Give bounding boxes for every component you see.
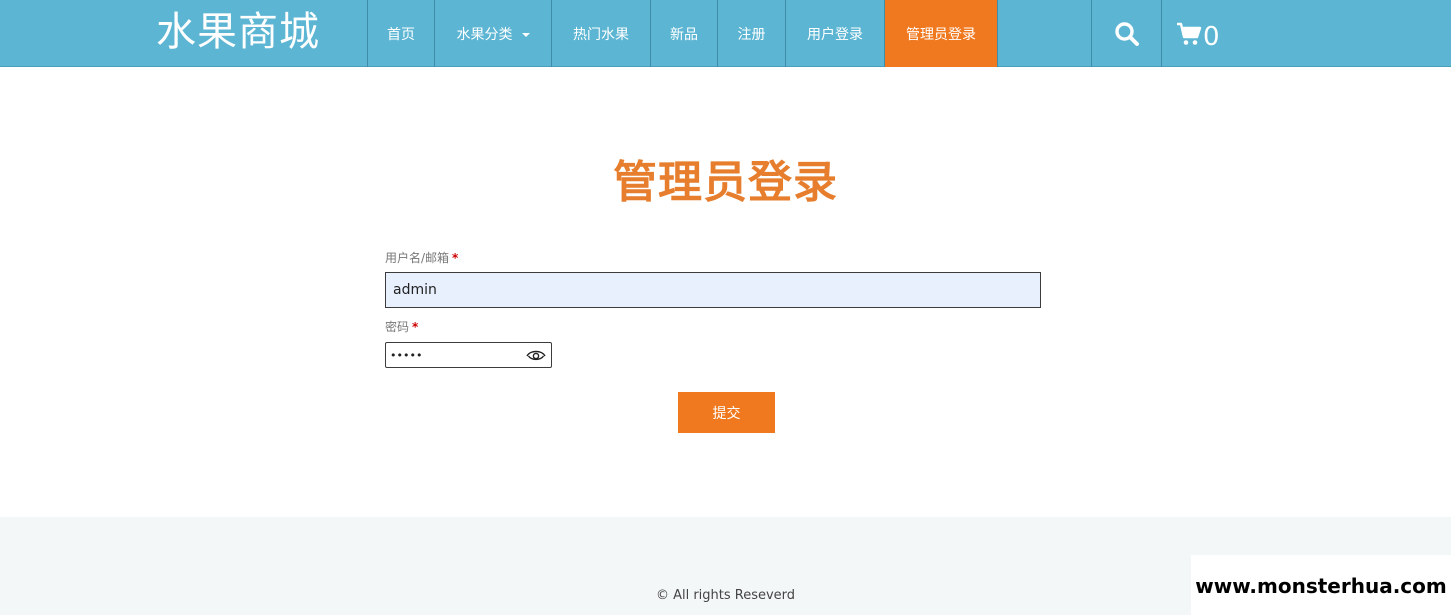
username-label: 用户名/邮箱 * xyxy=(385,249,458,266)
nav-user-login-label: 用户登录 xyxy=(807,26,863,43)
nav-user-login[interactable]: 用户登录 xyxy=(785,0,884,67)
required-marker: * xyxy=(452,251,459,265)
nav-admin-login-label: 管理员登录 xyxy=(906,26,976,43)
top-navbar: 水果商城 首页 水果分类 热门水果 新品 注册 用户登录 管理员登录 0 xyxy=(0,0,1451,67)
nav-register-label: 注册 xyxy=(737,26,766,43)
username-label-text: 用户名/邮箱 xyxy=(385,251,450,265)
nav-new-label: 新品 xyxy=(670,26,698,43)
nav-categories-label: 水果分类 xyxy=(456,26,513,43)
nav-register[interactable]: 注册 xyxy=(717,0,785,67)
site-logo[interactable]: 水果商城 xyxy=(156,8,320,56)
nav-home-label: 首页 xyxy=(387,26,415,43)
password-field xyxy=(385,342,552,368)
header-tools: 0 xyxy=(1091,0,1231,67)
caret-down-icon xyxy=(521,32,530,37)
nav-new-products[interactable]: 新品 xyxy=(650,0,717,67)
page-title: 管理员登录 xyxy=(613,157,838,208)
nav-fruit-categories-dropdown[interactable]: 水果分类 xyxy=(434,0,551,67)
nav-admin-login[interactable]: 管理员登录 xyxy=(884,0,998,67)
nav-hot-label: 热门水果 xyxy=(573,26,629,43)
show-password-eye-icon[interactable] xyxy=(526,347,546,363)
submit-button[interactable]: 提交 xyxy=(678,392,775,433)
password-input[interactable] xyxy=(386,343,518,367)
nav-home[interactable]: 首页 xyxy=(367,0,434,67)
required-marker: * xyxy=(412,320,419,334)
password-label-text: 密码 xyxy=(385,320,410,334)
cart-icon xyxy=(1177,22,1202,45)
cart-button[interactable]: 0 xyxy=(1161,0,1231,67)
username-input[interactable] xyxy=(385,272,1041,308)
search-icon xyxy=(1114,21,1139,46)
cart-count: 0 xyxy=(1203,21,1220,52)
search-button[interactable] xyxy=(1091,0,1161,67)
watermark-text: www.monsterhua.com xyxy=(1191,555,1451,615)
nav-hot-fruits[interactable]: 热门水果 xyxy=(551,0,650,67)
main-nav: 首页 水果分类 热门水果 新品 注册 用户登录 管理员登录 xyxy=(367,0,998,67)
password-label: 密码 * xyxy=(385,318,418,335)
